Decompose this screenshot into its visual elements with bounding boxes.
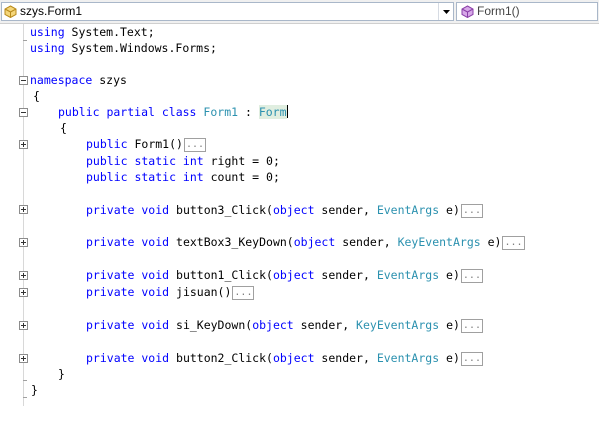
code-text: sender, [293, 318, 357, 332]
code-text: e) [480, 235, 502, 249]
code-line: } [31, 382, 38, 398]
collapsed-block[interactable]: ... [460, 319, 483, 333]
keyword: object [252, 318, 294, 332]
navigation-bar: szys.Form1 Form1() [0, 0, 599, 24]
collapsed-block[interactable]: ... [460, 269, 483, 283]
type-name: KeyEventArgs [397, 235, 481, 249]
code-line: public static int count = 0; [86, 169, 280, 185]
code-line: namespace szys [30, 72, 127, 88]
code-editor[interactable]: using System.Text; using System.Windows.… [0, 24, 599, 438]
expand-button3-click-icon[interactable] [19, 205, 28, 214]
code-line: private void jisuan()... [86, 284, 255, 300]
code-line: private void si_KeyDown(object sender, K… [86, 317, 483, 333]
code-text: button1_Click( [169, 268, 273, 282]
collapsed-block[interactable]: ... [502, 236, 525, 250]
expand-textbox3-keydown-icon[interactable] [19, 238, 28, 247]
keyword: public [86, 137, 128, 151]
code-text: System.Windows.Forms; [64, 41, 217, 55]
keyword: object [272, 268, 315, 282]
expand-form1-icon[interactable] [19, 140, 28, 149]
code-line: private void button1_Click(object sender… [86, 267, 483, 283]
code-text: button2_Click( [169, 351, 273, 365]
code-line: public Form1()... [86, 136, 206, 152]
keyword: object [293, 235, 336, 249]
keyword: private void [86, 268, 170, 282]
code-text: Form1() [127, 137, 183, 151]
keyword: private void [86, 351, 170, 365]
brace: } [31, 383, 38, 397]
code-line: private void button3_Click(object sender… [86, 202, 483, 218]
keyword: private void [86, 285, 170, 299]
code-line: public static int right = 0; [86, 153, 280, 169]
code-line: { [33, 88, 40, 104]
expand-button1-click-icon[interactable] [19, 271, 28, 280]
keyword: public partial class [58, 105, 197, 119]
collapse-namespace-icon[interactable] [19, 76, 28, 85]
method-icon [461, 5, 474, 18]
code-text: sender, [314, 268, 377, 282]
type-name: EventArgs [376, 351, 440, 365]
code-line: { [60, 120, 67, 136]
member-selector-value: Form1() [477, 4, 520, 18]
region-end-marker [23, 380, 27, 381]
code-text: : [238, 105, 259, 119]
keyword: using [30, 25, 65, 39]
type-name: KeyEventArgs [356, 318, 440, 332]
keyword: private void [86, 318, 170, 332]
expand-button2-click-icon[interactable] [19, 354, 28, 363]
code-text: e) [439, 268, 460, 282]
text-caret [286, 105, 288, 118]
collapse-class-icon[interactable] [19, 108, 28, 117]
collapsed-block[interactable]: ... [183, 138, 206, 152]
code-line: private void button2_Click(object sender… [86, 350, 483, 366]
code-text: si_KeyDown( [169, 318, 253, 332]
code-text: right = 0; [203, 154, 280, 168]
base-type-name: Form [258, 105, 287, 119]
brace: { [33, 89, 40, 103]
code-line: private void textBox3_KeyDown(object sen… [86, 234, 525, 250]
type-name: Form1 [203, 105, 239, 119]
collapsed-block[interactable]: ... [460, 204, 483, 218]
region-end-marker [23, 397, 27, 398]
class-selector-value: szys.Form1 [20, 4, 83, 18]
code-text: textBox3_KeyDown( [169, 235, 294, 249]
region-end-marker [23, 40, 27, 41]
code-text: button3_Click( [169, 203, 273, 217]
code-text: sender, [335, 235, 398, 249]
brace: } [58, 367, 65, 381]
code-text: sender, [314, 351, 377, 365]
keyword: private void [86, 203, 170, 217]
code-text: szys [92, 73, 127, 87]
code-line: using System.Windows.Forms; [30, 40, 217, 56]
keyword: object [272, 351, 315, 365]
class-selector-dropdown[interactable]: szys.Form1 [1, 2, 454, 21]
code-text: e) [439, 203, 460, 217]
collapsed-block[interactable]: ... [460, 352, 483, 366]
keyword: object [272, 203, 315, 217]
member-selector-dropdown[interactable]: Form1() [456, 2, 598, 21]
expand-si-keydown-icon[interactable] [19, 321, 28, 330]
keyword: public static int [86, 170, 204, 184]
collapsed-block[interactable]: ... [232, 286, 255, 300]
keyword: private void [86, 235, 170, 249]
code-text: jisuan() [169, 285, 232, 299]
code-text: e) [439, 351, 460, 365]
keyword: using [30, 41, 65, 55]
code-line: } [58, 366, 65, 382]
keyword: public static int [86, 154, 204, 168]
expand-jisuan-icon[interactable] [19, 288, 28, 297]
code-line: public partial class Form1 : Form [58, 104, 288, 120]
type-name: EventArgs [376, 268, 440, 282]
brace: { [60, 121, 67, 135]
code-text: count = 0; [203, 170, 280, 184]
code-text: System.Text; [64, 25, 155, 39]
code-line: using System.Text; [30, 24, 155, 40]
keyword: namespace [30, 73, 93, 87]
class-icon [4, 5, 17, 18]
type-name: EventArgs [376, 203, 440, 217]
code-text: e) [439, 318, 460, 332]
chevron-down-icon[interactable] [438, 3, 453, 20]
code-text: sender, [314, 203, 377, 217]
